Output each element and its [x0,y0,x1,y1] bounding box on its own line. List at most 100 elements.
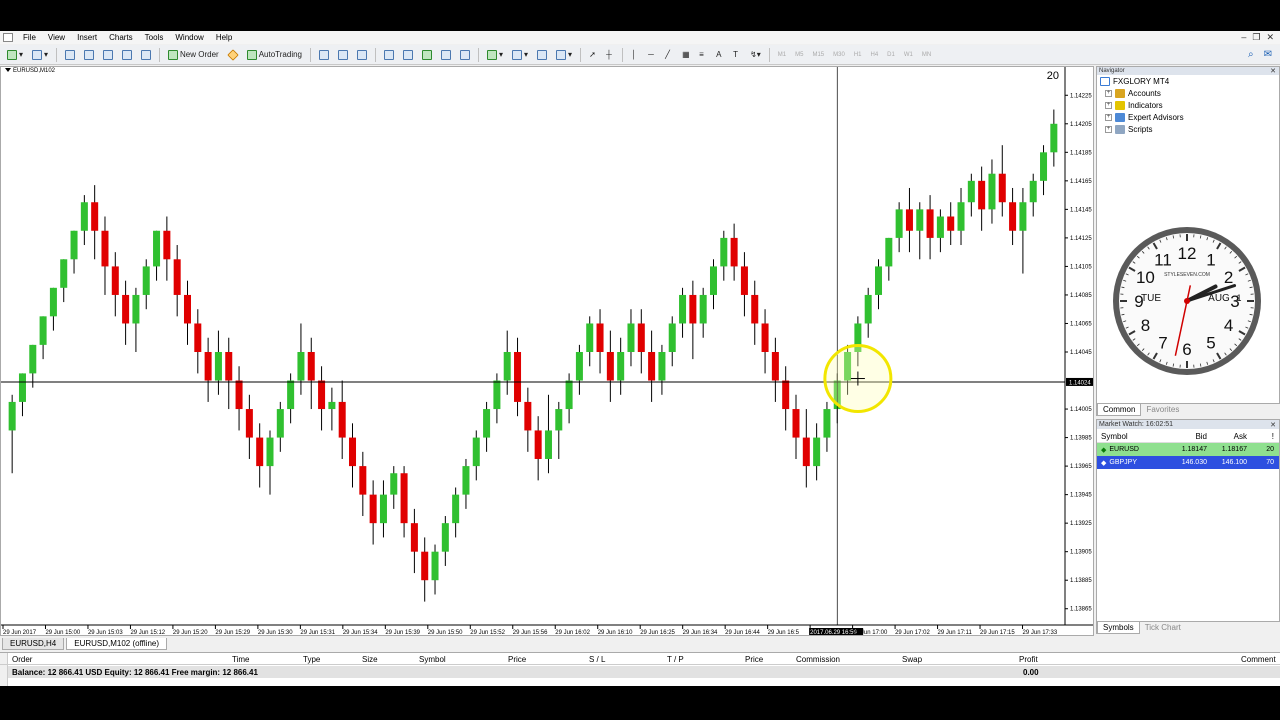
bull-candle [452,494,460,524]
tester-button[interactable] [138,48,154,62]
column-sl[interactable]: S / L [589,655,605,664]
menu-window[interactable]: Window [169,33,209,42]
expand-icon[interactable]: + [1105,113,1112,121]
text-button[interactable]: A [713,48,727,62]
terminal-root-icon [1100,76,1110,86]
line-chart-button[interactable] [354,48,370,62]
zoom-in-button[interactable] [381,48,397,62]
timeframe-w1[interactable]: W1 [901,52,916,58]
tab-symbols[interactable]: Symbols [1097,622,1140,634]
column-type[interactable]: Type [303,655,320,664]
column-swap[interactable]: Swap [902,655,922,664]
new-order-button[interactable]: New Order [165,48,222,62]
chart-tab-eurusd-m102[interactable]: EURUSD,M102 (offline) [66,638,168,650]
navigator-item-accounts[interactable]: + Accounts [1097,87,1279,99]
market-watch-row-gbpjpy[interactable]: ◆ GBPJPY 146.030 146.100 70 [1097,456,1279,469]
menu-tools[interactable]: Tools [139,33,170,42]
zoom-out-button[interactable] [400,48,416,62]
menu-view[interactable]: View [42,33,71,42]
candlestick-button[interactable] [335,48,351,62]
timeframe-mn[interactable]: MN [919,52,934,58]
expand-icon[interactable]: + [1105,89,1112,97]
tab-favorites[interactable]: Favorites [1141,404,1184,416]
minimize-icon[interactable]: – [1241,32,1246,43]
column-ask[interactable]: Ask [1207,432,1247,441]
vertical-line-button[interactable]: │ [628,48,642,62]
menu-insert[interactable]: Insert [71,33,103,42]
periods-button[interactable]: ▾ [509,48,531,62]
column-bid[interactable]: Bid [1171,432,1207,441]
timeframe-h1[interactable]: H1 [851,52,865,58]
text-label-button[interactable]: T [730,48,744,62]
column-commission[interactable]: Commission [796,655,840,664]
column-symbol[interactable]: Symbol [419,655,446,664]
navigator-item-scripts[interactable]: + Scripts [1097,123,1279,135]
indicators-button[interactable]: ▾ [484,48,506,62]
chart-tab-eurusd-h4[interactable]: EURUSD,H4 [2,638,65,650]
bar-chart-button[interactable] [316,48,332,62]
crosshair-button[interactable]: ┼ [603,48,617,62]
market-watch-header: Market Watch: 16:02:51 ✕ [1097,420,1279,429]
trendline-button[interactable]: ╱ [662,48,676,62]
column-tp[interactable]: T / P [667,655,684,664]
chart-window[interactable]: 1.14225 1.14205 1.14185 1.14165 1.14145 1.141… [0,66,1094,636]
navigator-close-icon[interactable]: ✕ [1270,67,1279,75]
chart-properties-button[interactable]: ▾ [553,48,575,62]
arrows-button[interactable]: ↯▾ [747,48,764,62]
close-icon[interactable]: ✕ [1266,32,1274,43]
column-profit[interactable]: Profit [1019,655,1038,664]
timeframe-m30[interactable]: M30 [830,52,848,58]
autotrading-button[interactable]: AutoTrading [244,48,305,62]
tab-common[interactable]: Common [1097,404,1142,416]
expand-icon[interactable]: + [1105,101,1112,109]
market-watch-row-eurusd[interactable]: ◆ EURUSD 1.18147 1.18167 20 [1097,443,1279,456]
new-chart-button[interactable]: ▾ [4,48,26,62]
navigator-item-indicators[interactable]: + Indicators [1097,99,1279,111]
candlestick-chart[interactable]: 1.14225 1.14205 1.14185 1.14165 1.14145 1.141… [1,67,1093,635]
timeframe-m15[interactable]: M15 [809,52,827,58]
column-comment[interactable]: Comment [1241,655,1276,664]
balance-row[interactable]: Balance: 12 866.41 USD Equity: 12 866.41… [8,666,1280,678]
timeframe-m1[interactable]: M1 [775,52,789,58]
bull-candle [328,401,336,410]
market-watch-close-icon[interactable]: ✕ [1270,421,1279,429]
restore-icon[interactable]: ❐ [1252,32,1260,43]
column-price[interactable]: Price [508,655,526,664]
new-order-label: New Order [180,50,219,59]
channel-button[interactable]: ▦ [679,48,693,62]
navigator-button[interactable] [100,48,116,62]
autoscroll-button[interactable] [457,48,473,62]
column-spread[interactable]: ! [1247,432,1277,441]
navigator-item-expert-advisors[interactable]: + Expert Advisors [1097,111,1279,123]
fibonacci-button[interactable]: ≡ [696,48,710,62]
menu-charts[interactable]: Charts [103,33,139,42]
timeframe-h4[interactable]: H4 [867,52,881,58]
chart-shift-button[interactable] [438,48,454,62]
menu-help[interactable]: Help [210,33,238,42]
column-price-current[interactable]: Price [745,655,763,664]
trendline-icon: ╱ [665,50,670,59]
menu-file[interactable]: File [17,33,42,42]
bear-candle [792,409,800,438]
price-tick-label: 1.13965 [1070,464,1092,470]
column-time[interactable]: Time [232,655,249,664]
expand-icon[interactable]: + [1105,125,1112,133]
column-symbol[interactable]: Symbol [1097,432,1171,441]
search-icon[interactable]: ⌕ [1248,49,1254,60]
cursor-button[interactable]: ➚ [586,48,600,62]
profiles-button[interactable]: ▾ [29,48,51,62]
column-size[interactable]: Size [362,655,378,664]
tab-tick-chart[interactable]: Tick Chart [1140,622,1186,634]
tile-windows-button[interactable] [419,48,435,62]
timeframe-m5[interactable]: M5 [792,52,806,58]
data-window-button[interactable] [81,48,97,62]
horizontal-line-button[interactable]: ─ [645,48,659,62]
terminal-button[interactable] [119,48,135,62]
navigator-root[interactable]: FXGLORY MT4 [1097,75,1279,87]
chat-icon[interactable]: ✉ [1264,49,1272,60]
metaeditor-button[interactable] [225,48,241,62]
market-watch-button[interactable] [62,48,78,62]
column-order[interactable]: Order [12,655,32,664]
timeframe-d1[interactable]: D1 [884,52,898,58]
templates-button[interactable] [534,48,550,62]
